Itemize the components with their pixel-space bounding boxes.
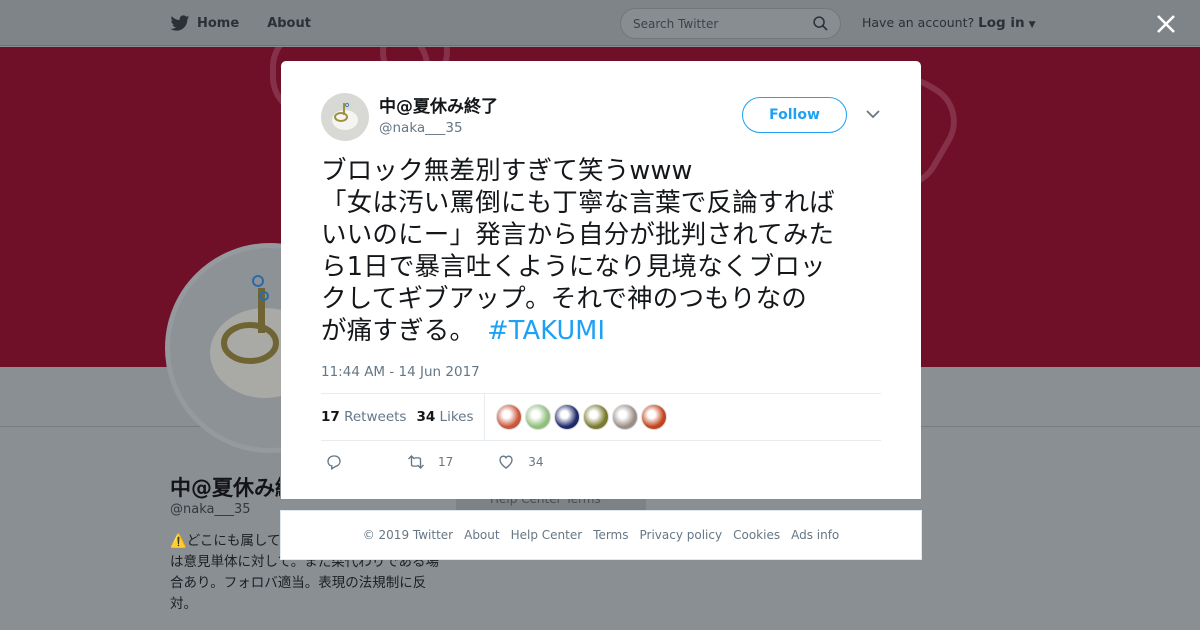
author-text: 中@夏休み終了 @naka___35 (379, 96, 498, 138)
liker-avatar[interactable] (611, 404, 638, 430)
footer-link[interactable]: Privacy policy (640, 528, 723, 542)
nav-home[interactable]: Home (170, 14, 240, 32)
tweet-text-line: ブロック無差別すぎて笑うwww (321, 156, 693, 186)
snorkel-character-icon (321, 93, 369, 141)
heart-icon (499, 455, 513, 469)
retweets-label: Retweets (344, 409, 407, 425)
likes-label: Likes (439, 409, 474, 425)
nav-about[interactable]: About (267, 16, 311, 31)
liker-avatar[interactable] (582, 404, 609, 430)
login-prompt: Have an account? Log in ▼ (862, 15, 1035, 31)
tweet-actions: 17 34 (321, 441, 881, 483)
tweet-text-line: ら1日で暴言吐くようになり見境なくブロッ (321, 252, 826, 282)
tweet-modal: 中@夏休み終了 @naka___35 Follow ブロック無差別すぎて笑うww… (281, 61, 921, 499)
footer-link: © 2019 Twitter (362, 528, 454, 542)
reply-icon (327, 455, 341, 470)
login-link[interactable]: Log in (978, 15, 1024, 31)
tweet-text-line: クしてギブアップ。それで神のつもりなの (321, 284, 808, 314)
search-placeholder: Search Twitter (633, 16, 719, 31)
chevron-down-icon[interactable] (865, 108, 881, 120)
site-footer: © 2019 Twitter About Help Center Terms Priva… (280, 510, 922, 560)
author-handle[interactable]: @naka___35 (379, 118, 498, 138)
tweet-text: ブロック無差別すぎて笑うwww 「女は汚い罵倒にも丁寧な言葉で反論すれば いいの… (321, 155, 881, 347)
hashtag-link[interactable]: #TAKUMI (487, 316, 605, 346)
profile-name: 中@夏休み終了 (170, 476, 280, 500)
like-count: 34 (528, 455, 544, 469)
profile-handle: @naka___35 (170, 502, 251, 517)
likes-stat[interactable]: 34 Likes (416, 409, 473, 425)
tweet-timestamp[interactable]: 11:44 AM - 14 Jun 2017 (321, 364, 881, 380)
liker-avatars (495, 404, 667, 430)
tweet-text-last-line: が痛すぎる。 #TAKUMI (321, 315, 881, 347)
nav-links: Home About (170, 0, 311, 46)
top-navigation-bar: Home About Search Twitter Have an accoun… (0, 0, 1200, 46)
tweet-text-line: 「女は汚い罵倒にも丁寧な言葉で反論すれば (321, 188, 836, 218)
tweet-text-line: いいのにー」発言から自分が批判されてみた (321, 220, 835, 250)
author-name[interactable]: 中@夏休み終了 (379, 96, 498, 118)
retweet-button[interactable]: 17 (407, 453, 453, 471)
stats-divider (483, 393, 485, 441)
reply-button[interactable] (325, 453, 343, 471)
liker-avatar[interactable] (524, 404, 551, 430)
nav-home-label: Home (197, 15, 240, 31)
retweet-count: 17 (438, 455, 454, 469)
retweets-count: 17 (321, 409, 340, 425)
footer-link[interactable]: Cookies (733, 528, 780, 542)
like-button[interactable]: 34 (497, 453, 544, 471)
tweet-stats: 17 Retweets 34 Likes (321, 393, 881, 441)
retweet-icon (408, 455, 424, 469)
tweet-text-line: が痛すぎる。 (321, 316, 476, 346)
footer-link[interactable]: Ads info (791, 528, 839, 542)
have-account-text: Have an account? (862, 15, 975, 30)
follow-button[interactable]: Follow (742, 97, 847, 133)
search-icon[interactable] (813, 16, 828, 31)
retweets-stat[interactable]: 17 Retweets (321, 409, 406, 425)
likes-count: 34 (416, 409, 436, 425)
footer-link[interactable]: About (464, 528, 499, 542)
liker-avatar[interactable] (553, 404, 580, 430)
liker-avatar[interactable] (495, 404, 522, 430)
nav-about-label: About (267, 15, 311, 31)
footer-link[interactable]: Help Center (511, 528, 583, 542)
twitter-bird-icon (170, 14, 190, 31)
close-icon[interactable] (1152, 10, 1180, 38)
author-avatar[interactable] (321, 93, 369, 141)
chevron-down-icon[interactable]: ▼ (1029, 20, 1036, 30)
search-input[interactable]: Search Twitter (620, 8, 841, 39)
liker-avatar[interactable] (640, 404, 667, 430)
footer-link[interactable]: Terms (593, 528, 628, 542)
